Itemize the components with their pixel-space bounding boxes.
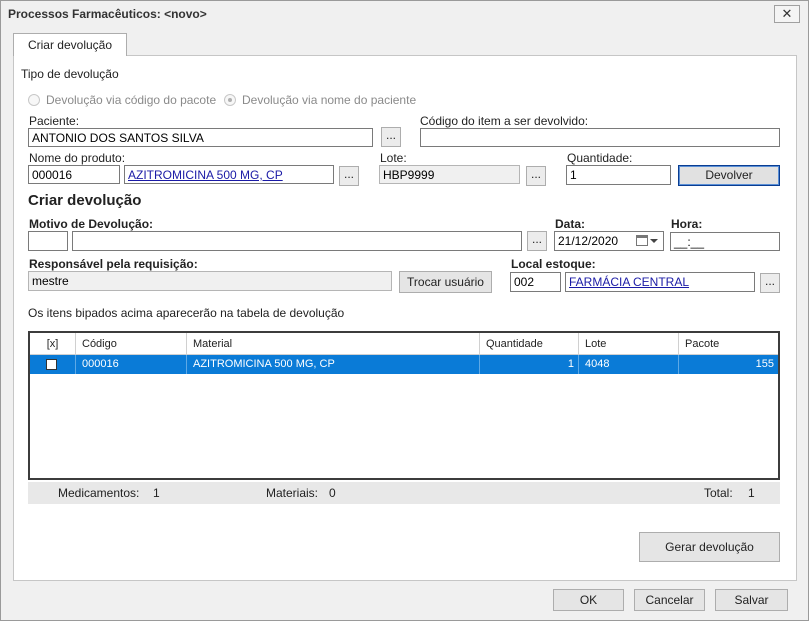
codigo-item-field[interactable] bbox=[420, 128, 780, 147]
local-search-button[interactable]: ... bbox=[760, 273, 780, 293]
col-header-quantidade[interactable]: Quantidade bbox=[480, 333, 579, 355]
total-label: Total: bbox=[704, 486, 733, 500]
col-header-lote[interactable]: Lote bbox=[579, 333, 679, 355]
total-value: 1 bbox=[748, 486, 755, 500]
produto-code-field[interactable]: 000016 bbox=[28, 165, 120, 184]
lote-field[interactable]: HBP9999 bbox=[379, 165, 520, 184]
cell-codigo: 000016 bbox=[76, 355, 187, 374]
motivo-search-button[interactable]: ... bbox=[527, 231, 547, 251]
lote-search-button[interactable]: ... bbox=[526, 166, 546, 186]
radio-codigo-pacote-label: Devolução via código do pacote bbox=[46, 93, 217, 107]
info-text: Os itens bipados acima aparecerão na tab… bbox=[28, 306, 345, 320]
materiais-label: Materiais: bbox=[266, 486, 319, 500]
radio-codigo-pacote[interactable] bbox=[28, 94, 40, 106]
hora-label: Hora: bbox=[671, 217, 703, 231]
data-label: Data: bbox=[555, 217, 586, 231]
responsavel-label: Responsável pela requisição: bbox=[29, 257, 198, 271]
tab-criar-devolucao[interactable]: Criar devolução bbox=[13, 33, 127, 56]
codigo-item-label: Código do item a ser devolvido: bbox=[420, 114, 589, 128]
close-button[interactable]: ✕ bbox=[774, 5, 800, 23]
produto-name-field[interactable]: AZITROMICINA 500 MG, CP bbox=[124, 165, 334, 184]
local-name-link[interactable]: FARMÁCIA CENTRAL bbox=[569, 275, 689, 289]
chevron-down-icon[interactable] bbox=[650, 239, 658, 243]
cell-material: AZITROMICINA 500 MG, CP bbox=[187, 355, 480, 374]
cell-pacote: 155 bbox=[755, 358, 774, 370]
ok-button[interactable]: OK bbox=[553, 589, 624, 611]
table-summary: Medicamentos: 1 Materiais: 0 Total: 1 bbox=[28, 482, 780, 504]
col-header-pacote[interactable]: Pacote bbox=[679, 333, 778, 355]
motivo-code-field[interactable] bbox=[28, 231, 68, 251]
data-value: 21/12/2020 bbox=[558, 234, 619, 248]
hora-field[interactable]: __:__ bbox=[670, 232, 780, 251]
medicamentos-value: 1 bbox=[153, 486, 160, 500]
quantidade-field[interactable]: 1 bbox=[566, 165, 671, 185]
paciente-field[interactable]: ANTONIO DOS SANTOS SILVA bbox=[28, 128, 373, 147]
cell-lote: 4048 bbox=[579, 355, 679, 374]
salvar-button[interactable]: Salvar bbox=[715, 589, 788, 611]
radio-nome-paciente-label: Devolução via nome do paciente bbox=[242, 93, 417, 107]
quantidade-label: Quantidade: bbox=[567, 151, 633, 165]
lote-label: Lote: bbox=[380, 151, 407, 165]
cancelar-button[interactable]: Cancelar bbox=[634, 589, 705, 611]
paciente-label: Paciente: bbox=[29, 114, 80, 128]
row-select-cell bbox=[30, 355, 76, 374]
tipo-devolucao-label: Tipo de devolução bbox=[21, 67, 119, 81]
produto-search-button[interactable]: ... bbox=[339, 166, 359, 186]
col-header-codigo[interactable]: Código bbox=[76, 333, 187, 355]
trocar-usuario-button[interactable]: Trocar usuário bbox=[399, 271, 492, 293]
section-title: Criar devolução bbox=[28, 192, 142, 209]
devolver-button[interactable]: Devolver bbox=[678, 165, 780, 186]
devolucao-table[interactable]: [x] Código Material Quantidade Lote Paco… bbox=[28, 331, 780, 480]
calendar-icon[interactable] bbox=[636, 235, 648, 246]
motivo-label: Motivo de Devolução: bbox=[29, 217, 154, 231]
local-estoque-label: Local estoque: bbox=[511, 257, 596, 271]
col-header-material[interactable]: Material bbox=[187, 333, 480, 355]
produto-label: Nome do produto: bbox=[29, 151, 126, 165]
materiais-value: 0 bbox=[329, 486, 336, 500]
produto-name-link[interactable]: AZITROMICINA 500 MG, CP bbox=[128, 168, 283, 182]
radio-nome-paciente[interactable] bbox=[224, 94, 236, 106]
title-bar: Processos Farmacêuticos: <novo> ✕ bbox=[1, 1, 808, 27]
local-code-field[interactable]: 002 bbox=[510, 272, 561, 292]
paciente-search-button[interactable]: ... bbox=[381, 127, 401, 147]
medicamentos-label: Medicamentos: bbox=[58, 486, 140, 500]
local-name-field[interactable]: FARMÁCIA CENTRAL bbox=[565, 272, 755, 292]
close-icon: ✕ bbox=[781, 6, 793, 21]
window-title: Processos Farmacêuticos: <novo> bbox=[8, 7, 207, 21]
motivo-description-field[interactable] bbox=[72, 231, 522, 251]
row-checkbox[interactable] bbox=[46, 359, 57, 370]
col-header-select[interactable]: [x] bbox=[30, 333, 76, 355]
cell-quantidade: 1 bbox=[480, 355, 579, 374]
gerar-devolucao-button[interactable]: Gerar devolução bbox=[639, 532, 780, 562]
table-row[interactable]: 000016 AZITROMICINA 500 MG, CP 1 4048 15… bbox=[30, 355, 778, 374]
responsavel-field[interactable]: mestre bbox=[28, 271, 392, 291]
